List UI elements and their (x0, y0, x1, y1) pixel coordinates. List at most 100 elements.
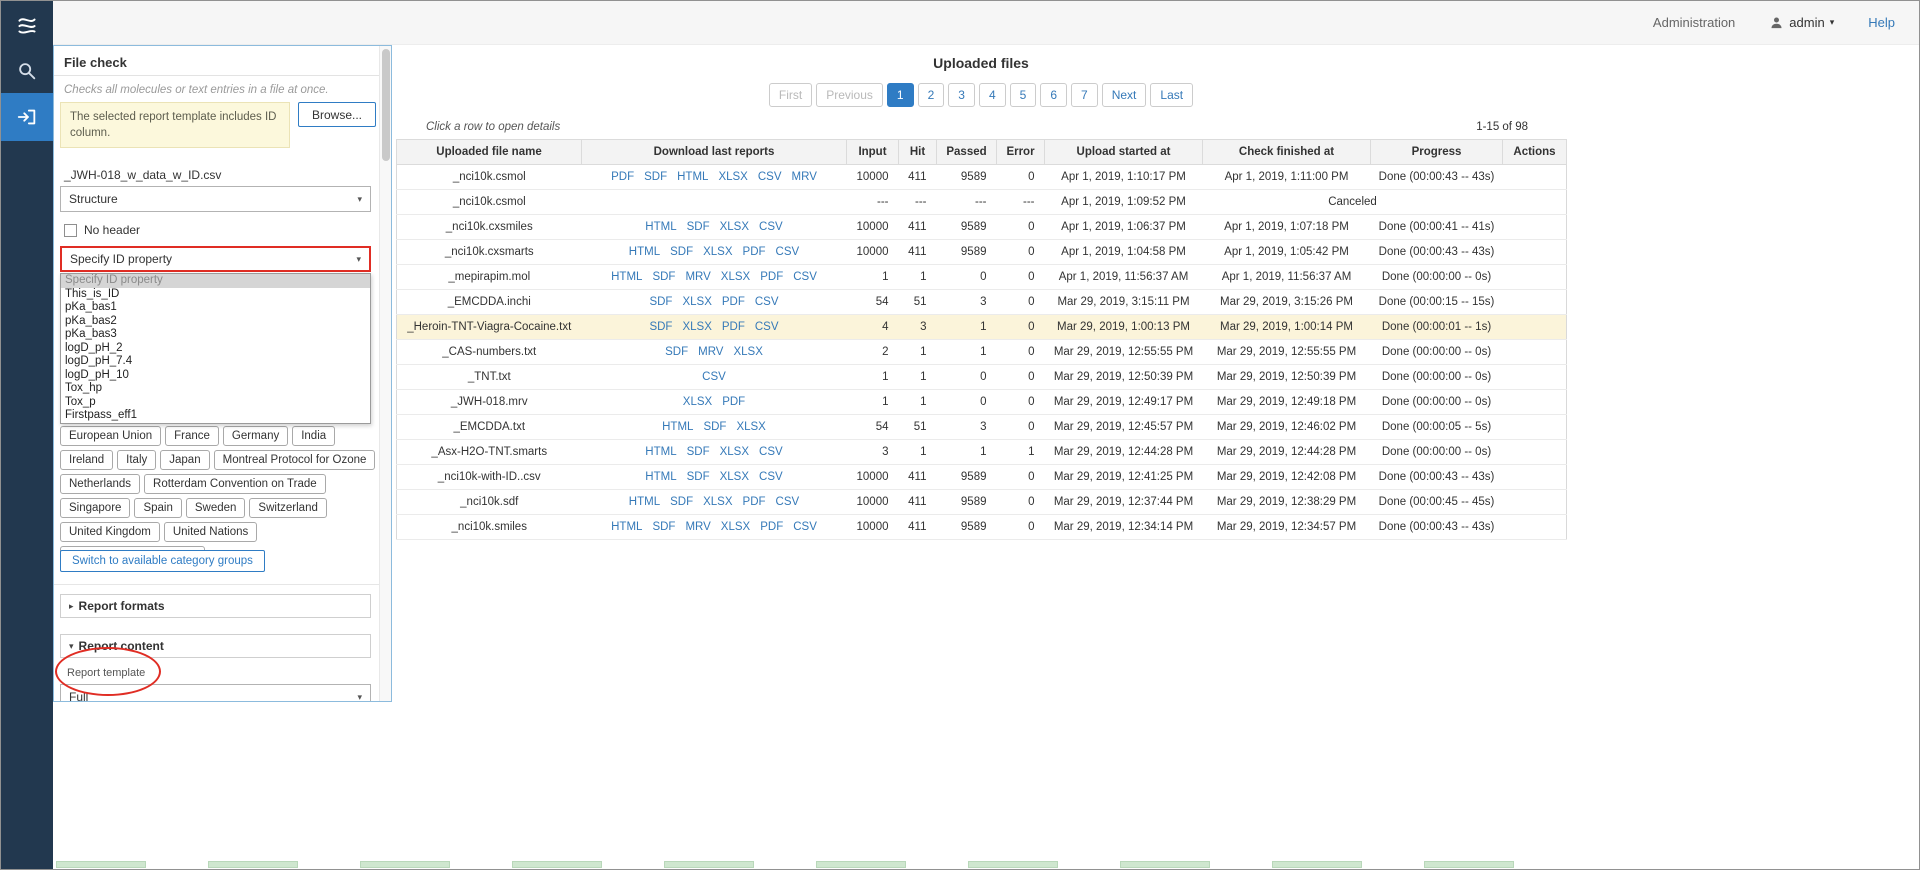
report-link-sdf[interactable]: SDF (652, 521, 675, 533)
report-link-html[interactable]: HTML (611, 521, 642, 533)
report-link-sdf[interactable]: SDF (665, 346, 688, 358)
table-row[interactable]: _mepirapim.molHTMLSDFMRVXLSXPDFCSV1100Ap… (397, 265, 1567, 290)
switch-category-groups-button[interactable]: Switch to available category groups (60, 550, 265, 572)
category-button[interactable]: Germany (223, 426, 288, 446)
page-button-next[interactable]: Next (1102, 83, 1147, 107)
report-link-pdf[interactable]: PDF (611, 171, 634, 183)
report-link-html[interactable]: HTML (611, 271, 642, 283)
report-link-csv[interactable]: CSV (755, 321, 779, 333)
report-link-sdf[interactable]: SDF (687, 221, 710, 233)
report-link-mrv[interactable]: MRV (792, 171, 817, 183)
dropdown-option[interactable]: logD_pH_7.4 (61, 355, 370, 369)
report-link-sdf[interactable]: SDF (644, 171, 667, 183)
sidebar-item-file-check[interactable] (1, 93, 53, 141)
report-link-csv[interactable]: CSV (755, 296, 779, 308)
report-link-csv[interactable]: CSV (776, 496, 800, 508)
category-button[interactable]: Ireland (60, 450, 113, 470)
category-button[interactable]: France (165, 426, 219, 446)
category-button[interactable]: Spain (134, 498, 181, 518)
report-link-html[interactable]: HTML (645, 446, 676, 458)
category-button[interactable]: Montreal Protocol for Ozone (214, 450, 376, 470)
category-button[interactable]: Netherlands (60, 474, 140, 494)
report-link-html[interactable]: HTML (645, 221, 676, 233)
table-row[interactable]: _nci10k.sdfHTMLSDFXLSXPDFCSV100004119589… (397, 490, 1567, 515)
report-link-pdf[interactable]: PDF (722, 321, 745, 333)
report-link-mrv[interactable]: MRV (698, 346, 723, 358)
dropdown-option[interactable]: pKa_bas1 (61, 301, 370, 315)
report-link-sdf[interactable]: SDF (649, 321, 672, 333)
report-link-mrv[interactable]: MRV (685, 521, 710, 533)
report-link-csv[interactable]: CSV (759, 471, 783, 483)
administration-link[interactable]: Administration (1653, 15, 1735, 30)
category-button[interactable]: United Kingdom (60, 522, 160, 542)
table-row[interactable]: _nci10k.csmolPDFSDFHTMLXLSXCSVMRV1000041… (397, 165, 1567, 190)
column-header-progress[interactable]: Progress (1371, 140, 1503, 165)
column-header-uploaded-file-name[interactable]: Uploaded file name (397, 140, 582, 165)
column-header-upload-started-at[interactable]: Upload started at (1045, 140, 1203, 165)
report-link-csv[interactable]: CSV (793, 521, 817, 533)
table-row[interactable]: _CAS-numbers.txtSDFMRVXLSX2110Mar 29, 20… (397, 340, 1567, 365)
table-row[interactable]: _EMCDDA.inchiSDFXLSXPDFCSV545130Mar 29, … (397, 290, 1567, 315)
table-row[interactable]: _nci10k-with-ID..csvHTMLSDFXLSXCSV100004… (397, 465, 1567, 490)
table-row[interactable]: _nci10k.csmol------------Apr 1, 2019, 1:… (397, 190, 1567, 215)
table-row[interactable]: _JWH-018.mrvXLSXPDF1100Mar 29, 2019, 12:… (397, 390, 1567, 415)
report-link-sdf[interactable]: SDF (670, 246, 693, 258)
report-link-xlsx[interactable]: XLSX (682, 296, 711, 308)
dropdown-option[interactable]: logD_pH_10 (61, 369, 370, 383)
report-link-pdf[interactable]: PDF (743, 246, 766, 258)
report-link-xlsx[interactable]: XLSX (733, 346, 762, 358)
page-button-3[interactable]: 3 (948, 83, 975, 107)
report-link-xlsx[interactable]: XLSX (718, 171, 747, 183)
checkbox[interactable] (64, 224, 77, 237)
no-header-checkbox[interactable]: No header (64, 223, 140, 237)
dropdown-option[interactable]: pKa_bas2 (61, 315, 370, 329)
dropdown-option[interactable]: This_is_ID (61, 288, 370, 302)
report-link-xlsx[interactable]: XLSX (720, 221, 749, 233)
column-header-hit[interactable]: Hit (899, 140, 937, 165)
report-link-xlsx[interactable]: XLSX (703, 496, 732, 508)
report-link-pdf[interactable]: PDF (722, 396, 745, 408)
category-button[interactable]: Singapore (60, 498, 130, 518)
category-button[interactable]: European Union (60, 426, 161, 446)
category-button[interactable]: United Nations (164, 522, 257, 542)
table-row[interactable]: _nci10k.cxsmartsHTMLSDFXLSXPDFCSV1000041… (397, 240, 1567, 265)
page-button-5[interactable]: 5 (1010, 83, 1037, 107)
category-button[interactable]: Italy (117, 450, 156, 470)
column-header-check-finished-at[interactable]: Check finished at (1203, 140, 1371, 165)
app-logo[interactable] (1, 1, 53, 49)
category-button[interactable]: Japan (160, 450, 209, 470)
report-link-pdf[interactable]: PDF (722, 296, 745, 308)
dropdown-option[interactable]: pKa_bas3 (61, 328, 370, 342)
report-link-csv[interactable]: CSV (759, 221, 783, 233)
report-link-xlsx[interactable]: XLSX (683, 396, 712, 408)
help-link[interactable]: Help (1868, 15, 1895, 30)
page-button-7[interactable]: 7 (1071, 83, 1098, 107)
report-link-html[interactable]: HTML (629, 246, 660, 258)
report-link-html[interactable]: HTML (662, 421, 693, 433)
page-button-6[interactable]: 6 (1040, 83, 1067, 107)
category-button[interactable]: Sweden (186, 498, 246, 518)
page-button-2[interactable]: 2 (918, 83, 945, 107)
dropdown-option[interactable]: logD_pH_2 (61, 342, 370, 356)
report-link-html[interactable]: HTML (645, 471, 676, 483)
column-header-actions[interactable]: Actions (1503, 140, 1567, 165)
report-link-pdf[interactable]: PDF (760, 271, 783, 283)
report-link-csv[interactable]: CSV (793, 271, 817, 283)
table-row[interactable]: _nci10k.cxsmilesHTMLSDFXLSXCSV1000041195… (397, 215, 1567, 240)
structure-select[interactable]: Structure ▾ (60, 186, 371, 212)
table-row[interactable]: _Heroin-TNT-Viagra-Cocaine.txtSDFXLSXPDF… (397, 315, 1567, 340)
dropdown-option[interactable]: Firstpass_eff1 (61, 409, 370, 423)
report-link-html[interactable]: HTML (677, 171, 708, 183)
category-button[interactable]: Switzerland (249, 498, 326, 518)
report-link-pdf[interactable]: PDF (743, 496, 766, 508)
category-button[interactable]: India (292, 426, 335, 446)
page-button-1[interactable]: 1 (887, 83, 914, 107)
dropdown-option[interactable]: Tox_hp (61, 382, 370, 396)
browse-button[interactable]: Browse... (298, 102, 376, 127)
report-link-xlsx[interactable]: XLSX (720, 471, 749, 483)
user-menu[interactable]: admin ▾ (1769, 15, 1834, 30)
report-link-csv[interactable]: CSV (702, 371, 726, 383)
report-link-xlsx[interactable]: XLSX (703, 246, 732, 258)
panel-scrollbar[interactable] (379, 46, 391, 701)
report-template-select[interactable]: Full ▾ (60, 684, 371, 702)
